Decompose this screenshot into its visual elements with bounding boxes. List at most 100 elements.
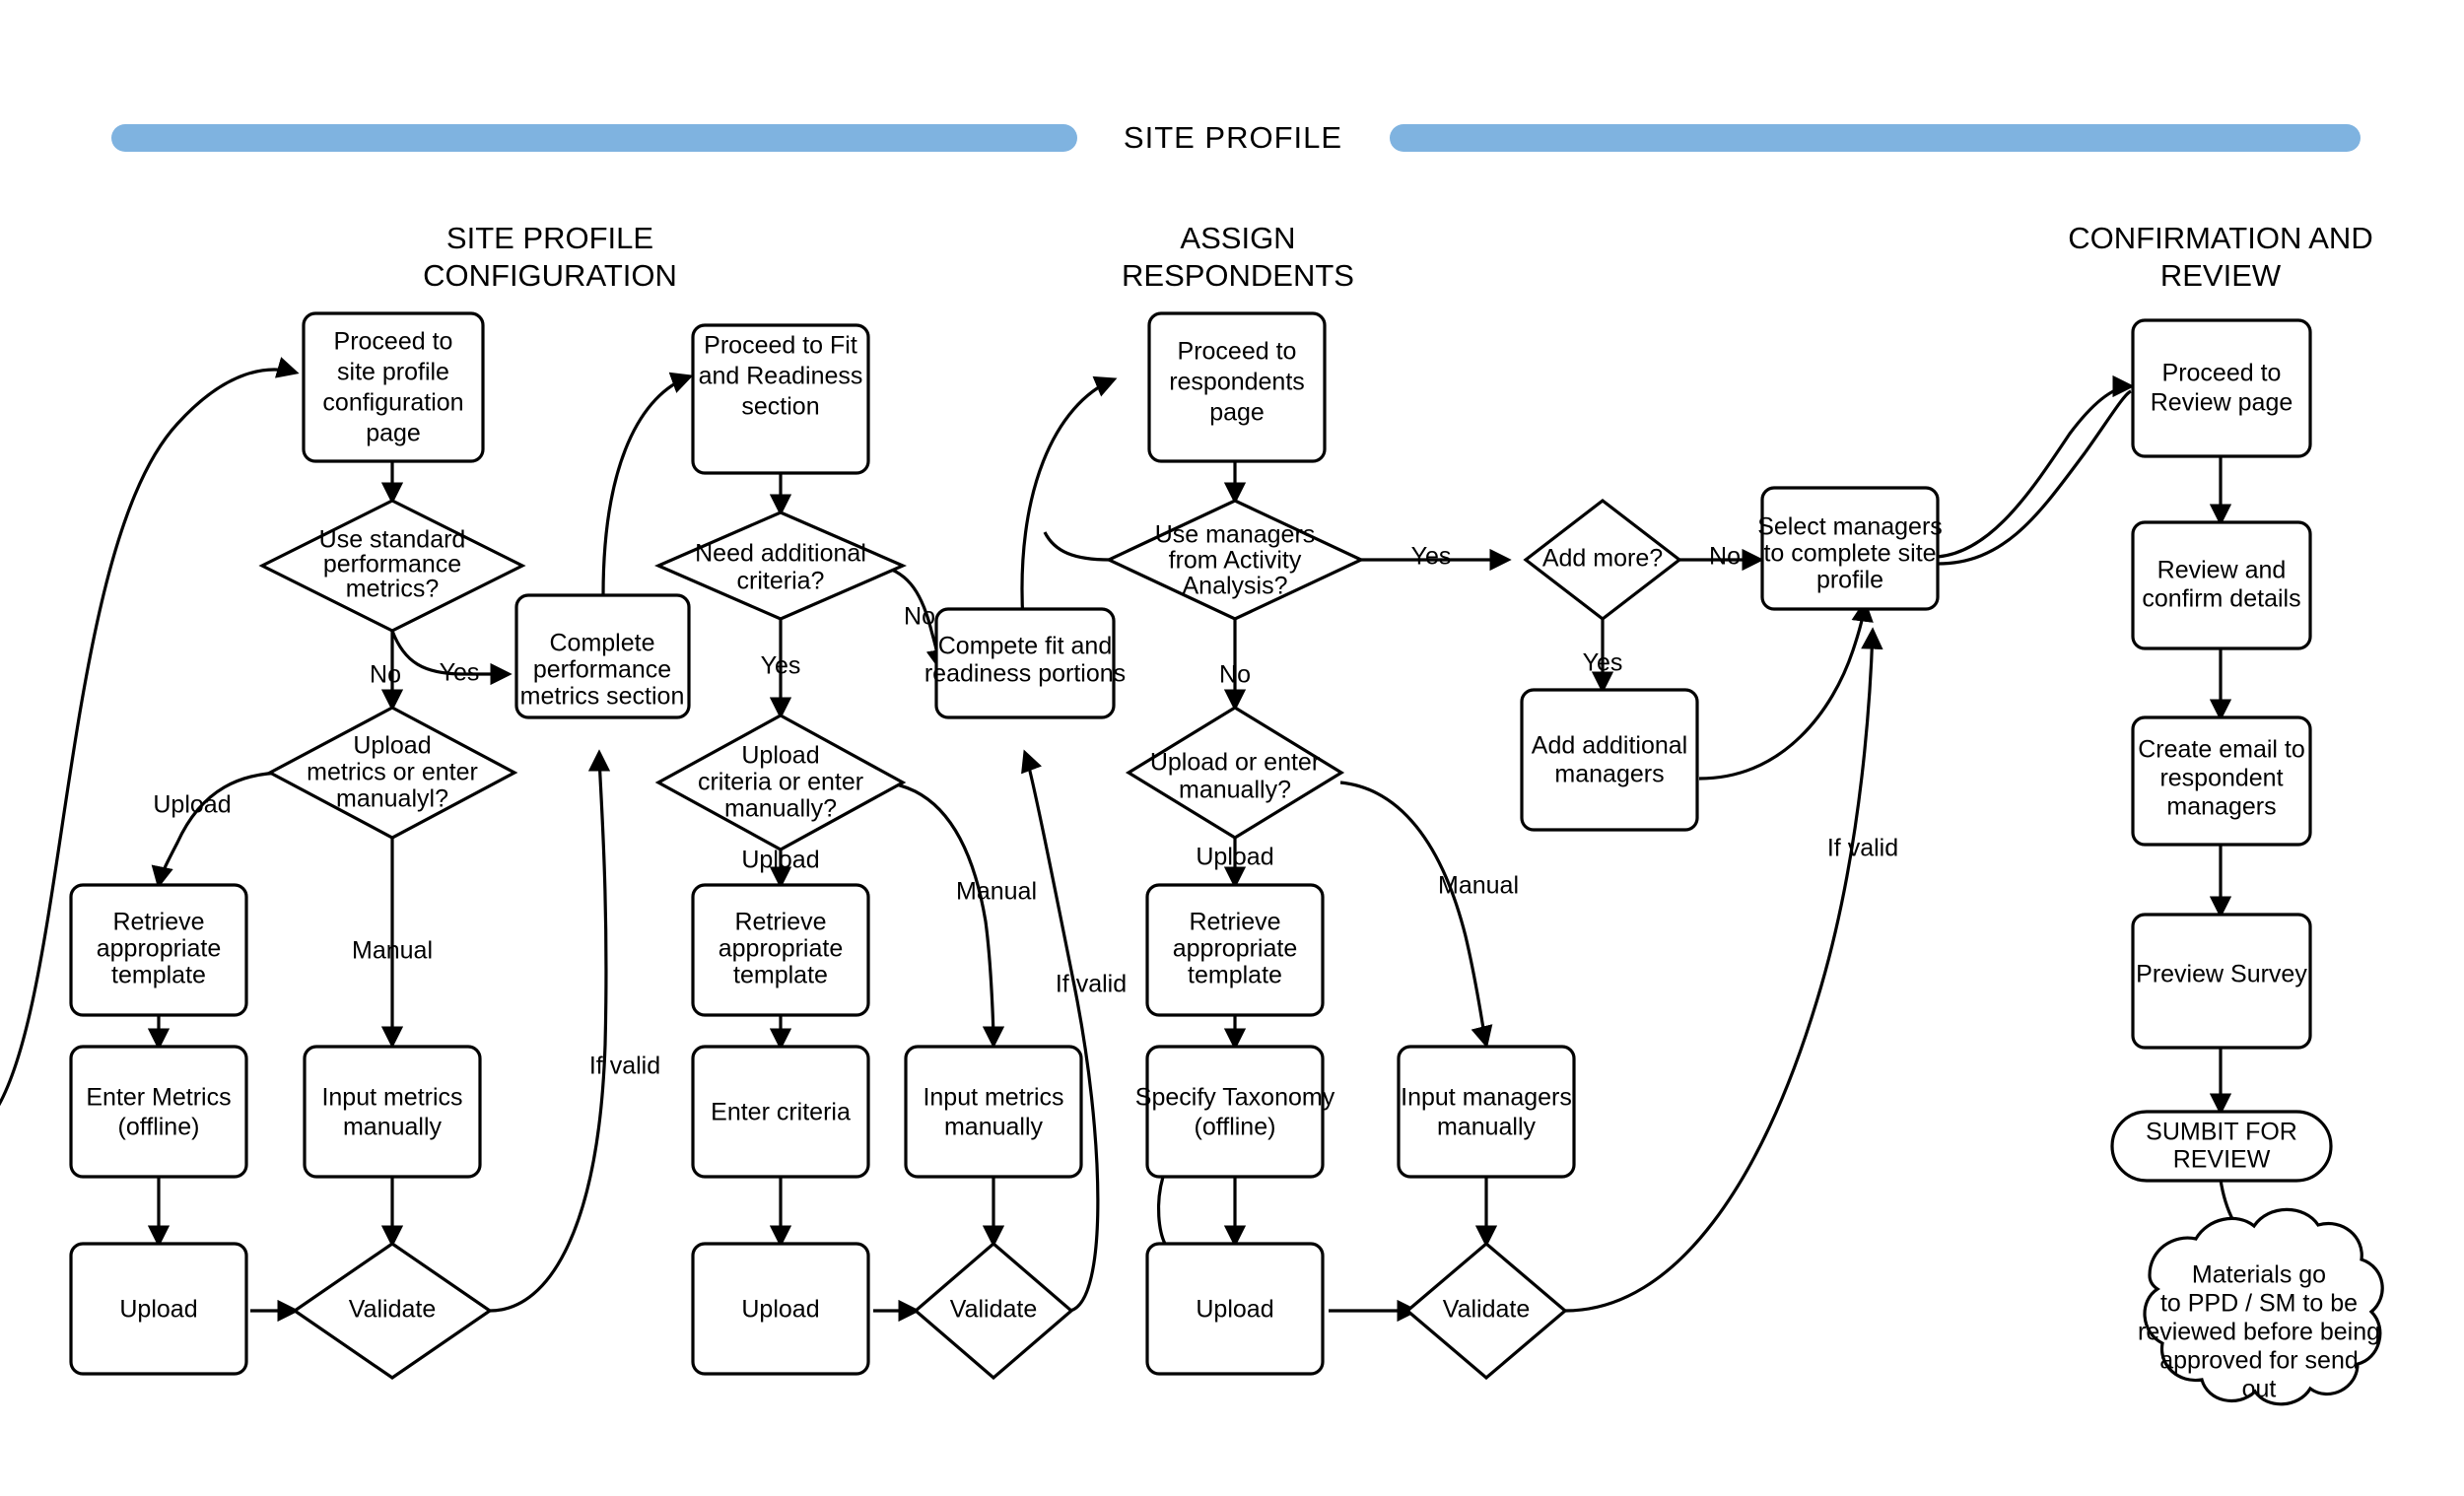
node-label-line: Analysis? xyxy=(1183,573,1288,600)
column-title-line1: SITE PROFILE xyxy=(446,221,653,255)
edge-ifvalid-1-to-complete-perf xyxy=(489,749,611,1313)
node-select-managers[interactable]: Select managers to complete site profile xyxy=(1757,486,1943,611)
node-label-line: SUMBIT FOR xyxy=(2146,1119,2297,1146)
node-label-line: respondent xyxy=(2159,765,2283,792)
node-label-line: REVIEW xyxy=(2173,1146,2271,1174)
node-label-line: to PPD / SM to be xyxy=(2160,1290,2358,1318)
edge-label-upload-1: Upload xyxy=(153,791,231,819)
node-upload-criteria-question[interactable]: Upload criteria or enter manually? xyxy=(654,714,907,851)
node-label-line: appropriate xyxy=(1173,935,1297,963)
edge-label-ifvalid-1: If valid xyxy=(589,1053,660,1080)
node-enter-metrics-offline[interactable]: Enter Metrics (offline) xyxy=(69,1045,248,1179)
node-label-line: criteria or enter xyxy=(698,769,863,796)
node-label-line: manually xyxy=(944,1114,1044,1141)
node-label-line: respondents xyxy=(1169,369,1305,396)
edge-upload-to-retrieve-template-1 xyxy=(151,771,287,889)
node-label-line: Use managers xyxy=(1155,521,1316,549)
edge-select-managers-to-proceed-review-a xyxy=(1937,374,2135,559)
node-use-standard-metrics[interactable]: Use standard performance metrics? xyxy=(258,499,526,633)
node-label-line: approved for send xyxy=(2159,1347,2359,1375)
node-need-additional-criteria[interactable]: Need additional criteria? xyxy=(653,510,908,621)
node-label-line: Enter criteria xyxy=(711,1099,851,1126)
node-label-line: performance xyxy=(323,551,461,578)
column-title-confirmation-and-review: CONFIRMATION AND REVIEW xyxy=(2068,221,2372,293)
node-add-more[interactable]: Add more? xyxy=(1523,498,1682,622)
node-retrieve-template-2[interactable]: Retrieve appropriate template xyxy=(691,883,870,1017)
node-label-line: Complete xyxy=(550,630,655,657)
node-upload-1[interactable]: Upload xyxy=(69,1242,248,1376)
node-label-line: criteria? xyxy=(737,568,825,595)
node-submit-for-review[interactable]: SUMBIT FOR REVIEW xyxy=(2110,1110,2333,1183)
node-materials-cloud[interactable]: Materials go to PPD / SM to be reviewed … xyxy=(2138,1207,2384,1406)
node-label-line: Validate xyxy=(950,1296,1038,1324)
node-validate-3[interactable]: Validate xyxy=(1404,1241,1568,1381)
edge-label-manual-3: Manual xyxy=(1438,872,1519,900)
node-label-line: Specify Taxonomy xyxy=(1135,1084,1335,1112)
node-specify-taxonomy-offline[interactable]: Specify Taxonomy (offline) xyxy=(1135,1045,1335,1179)
node-label-line: Input metrics xyxy=(923,1084,1063,1112)
node-input-metrics-manually-2[interactable]: Input metrics manually xyxy=(904,1045,1083,1179)
node-proceed-site-profile[interactable]: Proceed to site profile configuration pa… xyxy=(302,311,485,463)
node-label-line: site profile xyxy=(337,359,449,386)
node-validate-1[interactable]: Validate xyxy=(292,1242,493,1380)
node-enter-criteria[interactable]: Enter criteria xyxy=(691,1045,870,1179)
node-label-line: Retrieve xyxy=(734,909,826,936)
node-add-additional-managers[interactable]: Add additional managers xyxy=(1520,688,1699,832)
node-label-line: Input managers xyxy=(1401,1084,1572,1112)
node-use-managers-activity-analysis[interactable]: Use managers from Activity Analysis? xyxy=(1105,499,1365,621)
node-review-confirm-details[interactable]: Review and confirm details xyxy=(2131,520,2312,650)
node-retrieve-template-3[interactable]: Retrieve appropriate template xyxy=(1145,883,1325,1017)
node-proceed-review[interactable]: Proceed to Review page xyxy=(2131,318,2312,458)
node-label-line: Proceed to xyxy=(1178,338,1297,366)
node-label-line: manually xyxy=(343,1114,443,1141)
node-proceed-respondents[interactable]: Proceed to respondents page xyxy=(1147,311,1327,463)
node-label-line: Enter Metrics xyxy=(86,1084,231,1112)
node-create-email-respondent-managers[interactable]: Create email to respondent managers xyxy=(2131,715,2312,847)
banner-bar-right xyxy=(1390,124,2361,152)
banner-bar-left xyxy=(111,124,1077,152)
node-validate-2[interactable]: Validate xyxy=(913,1241,1074,1381)
column-title-assign-respondents: ASSIGN RESPONDENTS xyxy=(1122,221,1354,293)
edge-select-managers-to-proceed-review-b xyxy=(1937,389,2132,566)
edge-manual-to-input-managers xyxy=(1339,781,1493,1049)
node-label-line: out xyxy=(2242,1376,2277,1403)
node-label-line: Validate xyxy=(349,1296,437,1324)
node-label-line: from Activity xyxy=(1169,547,1302,575)
edge-specify-taxonomy-side xyxy=(1156,1176,1167,1245)
column-title-line2: RESPONDENTS xyxy=(1122,258,1354,293)
node-label-line: reviewed before being xyxy=(2138,1319,2380,1346)
node-preview-survey[interactable]: Preview Survey xyxy=(2131,913,2312,1050)
node-label-line: Materials go xyxy=(2192,1261,2326,1289)
edge-compete-fit-to-proceed-respondents xyxy=(1020,375,1118,622)
node-label-line: template xyxy=(111,962,206,989)
edge-label-yes-1: Yes xyxy=(440,659,480,687)
node-proceed-fit-readiness[interactable]: Proceed to Fit and Readiness section xyxy=(691,323,870,475)
edge-label-yes-2: Yes xyxy=(761,652,801,680)
edge-manual-to-input-metrics-2 xyxy=(884,781,1005,1049)
edge-label-ifvalid-2: If valid xyxy=(1056,971,1127,998)
node-complete-performance-metrics-section[interactable]: Complete performance metrics section xyxy=(514,593,691,719)
edge-add-additional-to-select-managers xyxy=(1698,599,1874,781)
node-label-line: Upload xyxy=(119,1296,197,1324)
edge-label-manual-1: Manual xyxy=(352,937,433,965)
node-label-line: to complete site xyxy=(1763,540,1936,568)
node-label-line: and Readiness xyxy=(699,363,863,390)
node-retrieve-template-1[interactable]: Retrieve appropriate template xyxy=(69,883,248,1017)
banner-title: SITE PROFILE xyxy=(1124,120,1342,155)
node-upload-2[interactable]: Upload xyxy=(691,1242,870,1376)
edge-label-no-3: No xyxy=(1219,661,1251,689)
node-upload-metrics-question[interactable]: Upload metrics or enter manualyl? xyxy=(266,706,518,840)
edge-label-no-2: No xyxy=(904,603,935,631)
node-label-line: manualyl? xyxy=(336,785,448,813)
node-label-line: Upload xyxy=(1196,1296,1273,1324)
node-input-managers-manually[interactable]: Input managers manually xyxy=(1397,1045,1576,1179)
node-upload-3[interactable]: Upload xyxy=(1145,1242,1325,1376)
node-label-line: Select managers xyxy=(1757,513,1943,541)
edge-label-yes-3: Yes xyxy=(1411,543,1452,571)
node-label-line: Review page xyxy=(2151,389,2293,417)
node-compete-fit-readiness-portions[interactable]: Compete fit and readiness portions xyxy=(924,607,1126,719)
node-input-metrics-manually-1[interactable]: Input metrics manually xyxy=(303,1045,482,1179)
node-label-line: Compete fit and xyxy=(938,633,1113,660)
edge-label-no-3b: No xyxy=(1709,543,1741,571)
node-upload-or-enter-question[interactable]: Upload or enter manually? xyxy=(1125,706,1345,840)
